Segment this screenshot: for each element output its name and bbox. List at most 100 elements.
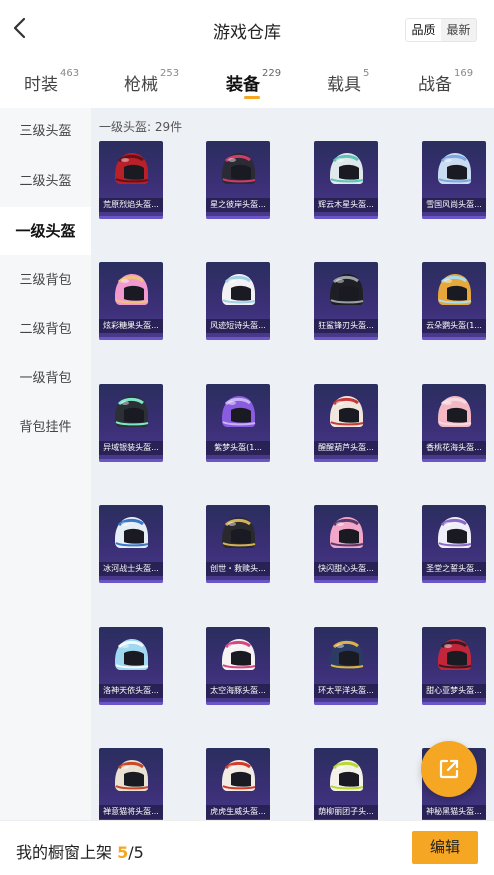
helmet-item-name: 狂鲨锋刃头盔... bbox=[314, 319, 378, 333]
tab-count: 169 bbox=[454, 68, 474, 79]
helmet-icon bbox=[330, 274, 364, 305]
tab-label: 枪械 bbox=[124, 75, 158, 95]
share-button[interactable] bbox=[421, 741, 477, 797]
helmet-icon bbox=[330, 517, 364, 548]
helmet-item-card[interactable]: 洛神天依头盔... bbox=[99, 627, 163, 705]
sidebar-item-backpack-lv1[interactable]: 一级背包 bbox=[0, 355, 91, 403]
helmet-item-card[interactable]: 辉云木星头盔... bbox=[314, 141, 378, 219]
helmet-item-card[interactable]: 醒醒葫芦头盔... bbox=[314, 384, 378, 462]
sort-option-quality[interactable]: 品质 bbox=[406, 19, 441, 41]
helmet-icon bbox=[115, 396, 149, 427]
helmet-icon bbox=[438, 396, 472, 427]
showcase-label: 我的橱窗上架 bbox=[16, 843, 118, 862]
helmet-item-card[interactable]: 异域银装头盔... bbox=[99, 384, 163, 462]
sidebar-item-helmet-lv1[interactable]: 一级头盔 bbox=[0, 207, 91, 255]
tab-label: 战备 bbox=[418, 75, 452, 95]
helmet-item-card[interactable]: 太空海豚头盔... bbox=[206, 627, 270, 705]
sidebar-item-backpack-pendant[interactable]: 背包挂件 bbox=[0, 404, 91, 452]
helmet-item-name: 风迹短诗头盔... bbox=[206, 319, 270, 333]
helmet-icon bbox=[115, 274, 149, 305]
helmet-item-name: 圣堂之誓头盔... bbox=[422, 562, 486, 576]
helmet-item-name: 紫梦头盔(1... bbox=[206, 441, 270, 455]
helmet-item-card[interactable]: 香桃花海头盔... bbox=[422, 384, 486, 462]
helmet-icon bbox=[330, 639, 364, 670]
tab-fashion[interactable]: 时装463 bbox=[24, 68, 80, 95]
item-count: 一级头盔: 29件 bbox=[99, 120, 183, 134]
helmet-item-card[interactable]: 紫梦头盔(1... bbox=[206, 384, 270, 462]
share-out-icon bbox=[439, 759, 459, 779]
helmet-item-card[interactable]: 虎虎生威头盔... bbox=[206, 748, 270, 820]
helmet-item-name: 洛神天依头盔... bbox=[99, 684, 163, 698]
active-tab-indicator bbox=[244, 96, 260, 99]
sort-toggle[interactable]: 品质 最新 bbox=[405, 18, 477, 42]
helmet-icon bbox=[222, 274, 256, 305]
tab-supplies[interactable]: 战备169 bbox=[418, 68, 474, 95]
helmet-item-name: 快闪甜心头盔... bbox=[314, 562, 378, 576]
helmet-icon bbox=[222, 760, 256, 791]
tab-vehicles[interactable]: 载具5 bbox=[327, 68, 370, 95]
tab-count: 463 bbox=[60, 68, 80, 79]
sidebar: 三级头盔 二级头盔 一级头盔 三级背包 二级背包 一级背包 背包挂件 bbox=[0, 108, 91, 820]
helmet-item-name: 环太平洋头盔... bbox=[314, 684, 378, 698]
helmet-item-name: 星之彼岸头盔... bbox=[206, 198, 270, 212]
helmet-icon bbox=[330, 153, 364, 184]
helmet-icon bbox=[438, 639, 472, 670]
helmet-item-card[interactable]: 禅意猫将头盔... bbox=[99, 748, 163, 820]
helmet-item-name: 辉云木星头盔... bbox=[314, 198, 378, 212]
helmet-icon bbox=[438, 274, 472, 305]
showcase-current: 5 bbox=[117, 843, 129, 862]
sidebar-item-backpack-lv2[interactable]: 二级背包 bbox=[0, 306, 91, 354]
sidebar-item-backpack-lv3[interactable]: 三级背包 bbox=[0, 257, 91, 305]
helmet-item-card[interactable]: 快闪甜心头盔... bbox=[314, 505, 378, 583]
helmet-item-card[interactable]: 环太平洋头盔... bbox=[314, 627, 378, 705]
helmet-item-name: 太空海豚头盔... bbox=[206, 684, 270, 698]
helmet-item-name: 神秘黑猫头盔... bbox=[422, 805, 486, 819]
helmet-item-card[interactable]: 狂鲨锋刃头盔... bbox=[314, 262, 378, 340]
tab-label: 装备 bbox=[226, 75, 260, 95]
helmet-icon bbox=[115, 153, 149, 184]
helmet-item-card[interactable]: 荒原烈焰头盔... bbox=[99, 141, 163, 219]
helmet-icon bbox=[115, 760, 149, 791]
helmet-item-name: 虎虎生威头盔... bbox=[206, 805, 270, 819]
helmet-icon bbox=[438, 517, 472, 548]
helmet-item-card[interactable]: 风迹短诗头盔... bbox=[206, 262, 270, 340]
tab-count: 253 bbox=[160, 68, 180, 79]
helmet-item-card[interactable]: 云朵鹦头盔(1... bbox=[422, 262, 486, 340]
tab-label: 载具 bbox=[327, 75, 361, 95]
helmet-icon bbox=[222, 153, 256, 184]
helmet-item-name: 雪国风尚头盔... bbox=[422, 198, 486, 212]
sort-option-newest[interactable]: 最新 bbox=[441, 19, 476, 41]
helmet-item-card[interactable]: 雪国风尚头盔... bbox=[422, 141, 486, 219]
category-tabs: 时装463 枪械253 装备229 载具5 战备169 bbox=[0, 58, 494, 108]
tab-guns[interactable]: 枪械253 bbox=[124, 68, 180, 95]
helmet-icon bbox=[330, 760, 364, 791]
helmet-item-card[interactable]: 圣堂之誓头盔... bbox=[422, 505, 486, 583]
helmet-item-name: 云朵鹦头盔(1... bbox=[422, 319, 486, 333]
helmet-item-name: 冰河战士头盔... bbox=[99, 562, 163, 576]
tab-label: 时装 bbox=[24, 75, 58, 95]
helmet-icon bbox=[222, 396, 256, 427]
helmet-item-card[interactable]: 荫柳丽团子头... bbox=[314, 748, 378, 820]
showcase-total: /5 bbox=[128, 843, 144, 862]
helmet-item-name: 香桃花海头盔... bbox=[422, 441, 486, 455]
helmet-item-card[interactable]: 星之彼岸头盔... bbox=[206, 141, 270, 219]
helmet-item-name: 醒醒葫芦头盔... bbox=[314, 441, 378, 455]
sidebar-item-helmet-lv2[interactable]: 二级头盔 bbox=[0, 158, 91, 206]
helmet-item-name: 异域银装头盔... bbox=[99, 441, 163, 455]
helmet-icon bbox=[330, 396, 364, 427]
showcase-status: 我的橱窗上架 5/5 bbox=[16, 839, 144, 863]
sidebar-item-helmet-lv3[interactable]: 三级头盔 bbox=[0, 108, 91, 156]
edit-button[interactable]: 编辑 bbox=[412, 831, 478, 864]
helmet-icon bbox=[222, 517, 256, 548]
helmet-item-card[interactable]: 炫彩糖果头盔... bbox=[99, 262, 163, 340]
helmet-item-card[interactable]: 甜心亚梦头盔... bbox=[422, 627, 486, 705]
helmet-icon bbox=[115, 639, 149, 670]
helmet-item-name: 创世・救赎头... bbox=[206, 562, 270, 576]
helmet-item-name: 炫彩糖果头盔... bbox=[99, 319, 163, 333]
tab-equipment[interactable]: 装备229 bbox=[226, 68, 281, 95]
helmet-item-card[interactable]: 冰河战士头盔... bbox=[99, 505, 163, 583]
helmet-item-name: 甜心亚梦头盔... bbox=[422, 684, 486, 698]
helmet-item-card[interactable]: 创世・救赎头... bbox=[206, 505, 270, 583]
tab-count: 5 bbox=[363, 68, 370, 79]
helmet-icon bbox=[222, 639, 256, 670]
